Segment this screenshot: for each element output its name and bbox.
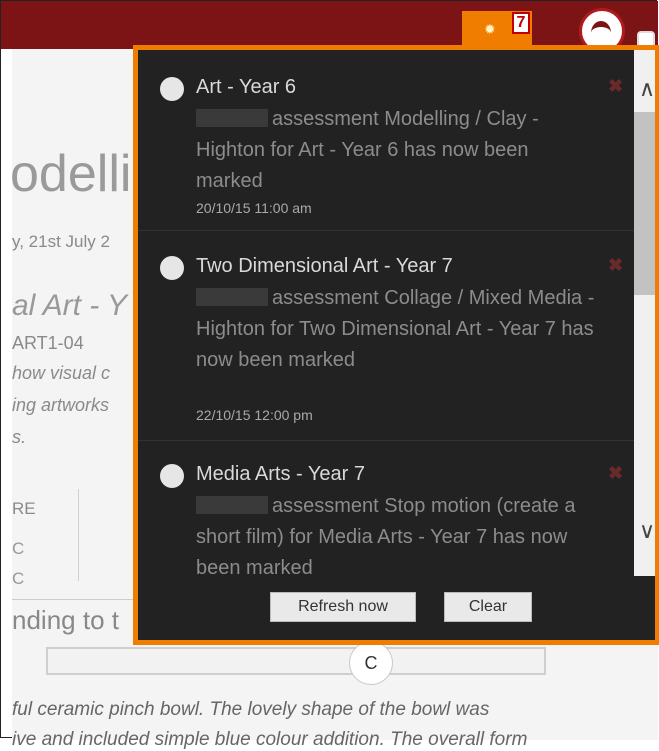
redacted-name [196, 496, 268, 514]
notification-item[interactable]: Art - Year 6 ✖ assessment Modelling / Cl… [138, 50, 634, 231]
redacted-name [196, 109, 268, 127]
score-ticks: C C [12, 534, 24, 594]
notification-title: Media Arts - Year 7 [196, 463, 365, 485]
notification-list[interactable]: Art - Year 6 ✖ assessment Modelling / Cl… [138, 50, 634, 576]
scrollbar-thumb[interactable] [634, 112, 655, 295]
notification-time: 22/10/15 12:00 pm [196, 407, 313, 423]
chevron-down-icon[interactable]: ∨ [637, 518, 655, 544]
unread-dot-icon [160, 256, 184, 280]
divider [78, 489, 79, 581]
subject-code: ART1-04 [12, 333, 84, 353]
notification-body: assessment Modelling / Clay - Highton fo… [196, 108, 539, 192]
page-date: y, 21st July 2 [12, 232, 110, 251]
notification-item[interactable]: Media Arts - Year 7 ✖ assessment Stop mo… [138, 440, 634, 576]
description-line: how visual c [12, 363, 111, 383]
grade-slider-knob[interactable]: C [349, 641, 393, 685]
tick-mark: C [12, 569, 25, 588]
score-label: RE [12, 499, 36, 518]
close-icon[interactable]: ✖ [608, 463, 623, 484]
notification-body: assessment Collage / Mixed Media - Hight… [196, 287, 595, 371]
chevron-up-icon[interactable]: ∧ [637, 76, 655, 102]
refresh-now-button[interactable]: Refresh now [270, 592, 416, 622]
top-bar: ✹ 7 [1, 1, 658, 55]
section-heading: nding to t [12, 605, 119, 635]
notification-body: assessment Stop motion (create a short f… [196, 495, 576, 576]
close-icon[interactable]: ✖ [608, 255, 623, 276]
clear-button[interactable]: Clear [444, 592, 532, 622]
notification-title: Art - Year 6 [196, 76, 297, 98]
page-title: odelli [10, 145, 132, 203]
notifications-panel: Art - Year 6 ✖ assessment Modelling / Cl… [133, 45, 659, 645]
unread-dot-icon [160, 77, 184, 101]
notification-item[interactable]: Two Dimensional Art - Year 7 ✖ assessmen… [138, 230, 634, 441]
subject-heading: al Art - Y [12, 289, 128, 322]
comment-line: ive and included simple blue colour addi… [12, 729, 528, 750]
tick-mark: C [12, 539, 25, 558]
notification-title: Two Dimensional Art - Year 7 [196, 255, 453, 277]
grade-slider-track[interactable] [46, 647, 546, 675]
unread-dot-icon [160, 464, 184, 488]
description-line: s. [12, 427, 27, 447]
redacted-name [196, 288, 268, 306]
description-line: ing artworks [12, 395, 110, 415]
scrollbar[interactable]: ∧ ∨ [634, 50, 655, 576]
notification-count-badge: 7 [512, 12, 530, 34]
notification-time: 20/10/15 11:00 am [196, 200, 312, 216]
panel-footer: Refresh now Clear [138, 576, 655, 640]
close-icon[interactable]: ✖ [608, 76, 623, 97]
bell-icon: ✹ [484, 21, 496, 37]
comment-line: ful ceramic pinch bowl. The lovely shape… [12, 699, 490, 720]
